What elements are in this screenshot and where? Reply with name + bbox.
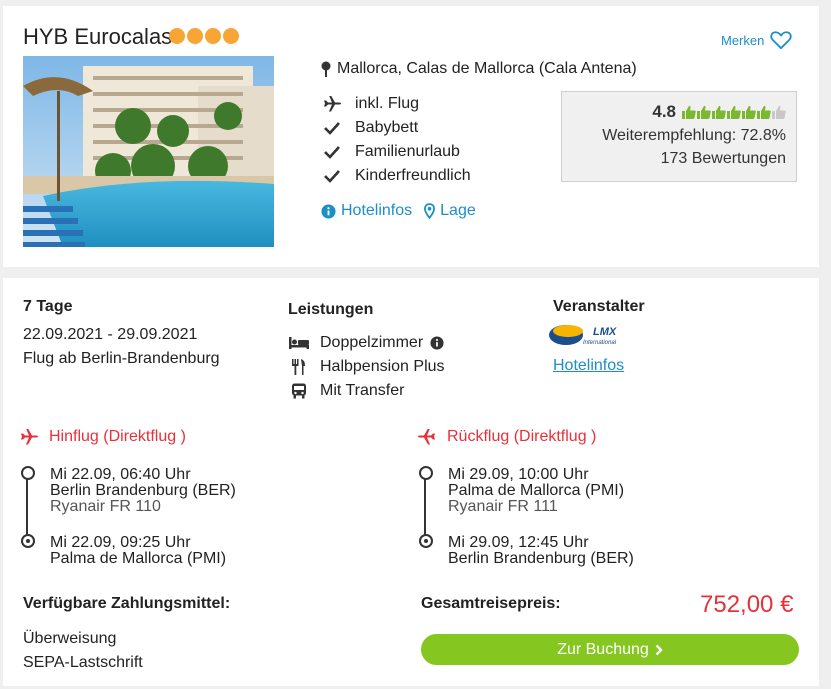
chevron-right-icon bbox=[655, 644, 663, 655]
payment-title: Verfügbare Zahlungsmittel: bbox=[23, 595, 231, 612]
hotel-stars bbox=[169, 28, 239, 44]
timeline-line bbox=[424, 474, 426, 538]
merken-button[interactable]: Merken bbox=[721, 30, 793, 50]
payment-method: Überweisung bbox=[23, 630, 117, 647]
leistung-item: Mit Transfer bbox=[288, 379, 445, 403]
thumb-up-icon bbox=[742, 105, 756, 119]
offer-card: 7 Tage 22.09.2021 - 29.09.2021 Flug ab B… bbox=[3, 278, 819, 686]
heart-icon bbox=[770, 31, 793, 50]
rating-thumbs bbox=[682, 105, 786, 120]
bed-icon bbox=[288, 336, 310, 350]
feature-item: Babybett bbox=[321, 116, 471, 140]
trip-dates: 22.09.2021 - 29.09.2021 bbox=[23, 326, 198, 343]
thumb-up-icon bbox=[712, 105, 726, 119]
inbound-arrival: Mi 29.09, 12:45 Uhr Berlin Brandenburg (… bbox=[448, 535, 634, 567]
flight-number: Ryanair FR 111 bbox=[448, 498, 558, 515]
leistungen-list: Doppelzimmer Halbpension Plus Mit Transf… bbox=[288, 331, 445, 403]
departure-airport-name: Berlin Brandenburg (BER) bbox=[50, 482, 236, 499]
arrival-time: Mi 22.09, 09:25 Uhr bbox=[50, 534, 191, 551]
inbound-departure: Mi 29.09, 10:00 Uhr Palma de Mallorca (P… bbox=[448, 467, 624, 515]
thumb-up-icon bbox=[697, 105, 711, 119]
hotel-card: HYB Eurocalas Merken Mallorca, Calas de … bbox=[3, 6, 819, 267]
booking-button[interactable]: Zur Buchung bbox=[421, 634, 799, 665]
thumb-up-icon bbox=[682, 105, 696, 119]
veranstalter-title: Veranstalter bbox=[553, 298, 645, 315]
thumb-up-icon bbox=[727, 105, 741, 119]
total-price: 752,00 € bbox=[700, 591, 794, 618]
hotelinfos-link[interactable]: Hotelinfos bbox=[321, 202, 412, 220]
rating-score: 4.8 bbox=[652, 102, 676, 121]
arrival-marker bbox=[21, 534, 35, 548]
arrival-time: Mi 29.09, 12:45 Uhr bbox=[448, 534, 589, 551]
thumb-up-icon bbox=[757, 105, 771, 119]
outbound-departure: Mi 22.09, 06:40 Uhr Berlin Brandenburg (… bbox=[50, 467, 236, 515]
leistungen-title: Leistungen bbox=[288, 301, 374, 318]
bus-icon bbox=[288, 383, 310, 399]
cutlery-icon bbox=[288, 359, 310, 375]
payment-method: SEPA-Lastschrift bbox=[23, 654, 143, 671]
outbound-title: Hinflug (Direktflug ) bbox=[19, 428, 399, 446]
departure-airport-name: Palma de Mallorca (PMI) bbox=[448, 482, 625, 499]
hotel-name[interactable]: HYB Eurocalas bbox=[23, 24, 172, 50]
veranstalter-hotelinfos-link[interactable]: Hotelinfos bbox=[553, 357, 624, 375]
lage-link[interactable]: Lage bbox=[424, 202, 476, 220]
hotel-location: Mallorca, Calas de Mallorca (Cala Antena… bbox=[321, 60, 637, 78]
arrival-airport-name: Berlin Brandenburg (BER) bbox=[448, 550, 634, 567]
feature-item: Kinderfreundlich bbox=[321, 164, 471, 188]
payment-methods: Überweisung SEPA-Lastschrift bbox=[23, 627, 143, 675]
svg-text:International: International bbox=[583, 340, 617, 346]
booking-button-label: Zur Buchung bbox=[557, 640, 649, 658]
review-count: 173 Bewertungen bbox=[660, 150, 786, 167]
departure-marker bbox=[419, 466, 433, 480]
location-text: Mallorca, Calas de Mallorca (Cala Antena… bbox=[337, 60, 637, 77]
rating-box[interactable]: 4.8 Weiterempfehlung: 72.8% 173 Bewertun… bbox=[561, 91, 797, 182]
timeline-line bbox=[26, 474, 28, 538]
svg-text:LMX: LMX bbox=[593, 326, 617, 338]
plane-icon bbox=[418, 429, 435, 445]
hotel-photo[interactable] bbox=[23, 56, 274, 247]
trip-duration: 7 Tage bbox=[23, 298, 73, 315]
thumb-up-empty-icon bbox=[772, 105, 786, 119]
check-icon bbox=[321, 145, 343, 159]
inbound-title: Rückflug (Direktflug ) bbox=[417, 428, 807, 446]
feature-list: inkl. Flug Babybett Familienurlaub Kinde… bbox=[321, 92, 471, 188]
star-icon bbox=[169, 28, 185, 44]
map-pin-icon bbox=[321, 61, 331, 77]
departure-airport: Flug ab Berlin-Brandenburg bbox=[23, 350, 220, 367]
outbound-flight: Hinflug (Direktflug ) Mi 22.09, 06:40 Uh… bbox=[19, 428, 399, 578]
star-icon bbox=[187, 28, 203, 44]
lmx-logo: LMX International bbox=[547, 322, 627, 353]
star-icon bbox=[223, 28, 239, 44]
total-price-label: Gesamtreisepreis: bbox=[421, 595, 561, 612]
plane-icon bbox=[321, 96, 343, 112]
check-icon bbox=[321, 169, 343, 183]
departure-time: Mi 22.09, 06:40 Uhr bbox=[50, 466, 191, 483]
info-icon bbox=[321, 203, 336, 219]
leistung-item: Doppelzimmer bbox=[288, 331, 445, 355]
info-icon[interactable] bbox=[430, 336, 444, 350]
recommendation-rate: Weiterempfehlung: 72.8% bbox=[602, 127, 786, 144]
map-marker-icon bbox=[424, 203, 436, 219]
arrival-airport-name: Palma de Mallorca (PMI) bbox=[50, 550, 227, 567]
feature-item: inkl. Flug bbox=[321, 92, 471, 116]
plane-icon bbox=[21, 429, 38, 445]
outbound-arrival: Mi 22.09, 09:25 Uhr Palma de Mallorca (P… bbox=[50, 535, 226, 567]
arrival-marker bbox=[419, 534, 433, 548]
leistung-item: Halbpension Plus bbox=[288, 355, 445, 379]
check-icon bbox=[321, 121, 343, 135]
merken-label: Merken bbox=[721, 32, 765, 48]
departure-marker bbox=[21, 466, 35, 480]
inbound-flight: Rückflug (Direktflug ) Mi 29.09, 10:00 U… bbox=[417, 428, 807, 578]
departure-time: Mi 29.09, 10:00 Uhr bbox=[448, 466, 589, 483]
star-icon bbox=[205, 28, 221, 44]
flight-number: Ryanair FR 110 bbox=[50, 498, 161, 515]
feature-item: Familienurlaub bbox=[321, 140, 471, 164]
hotel-links: Hotelinfos Lage bbox=[321, 202, 476, 220]
